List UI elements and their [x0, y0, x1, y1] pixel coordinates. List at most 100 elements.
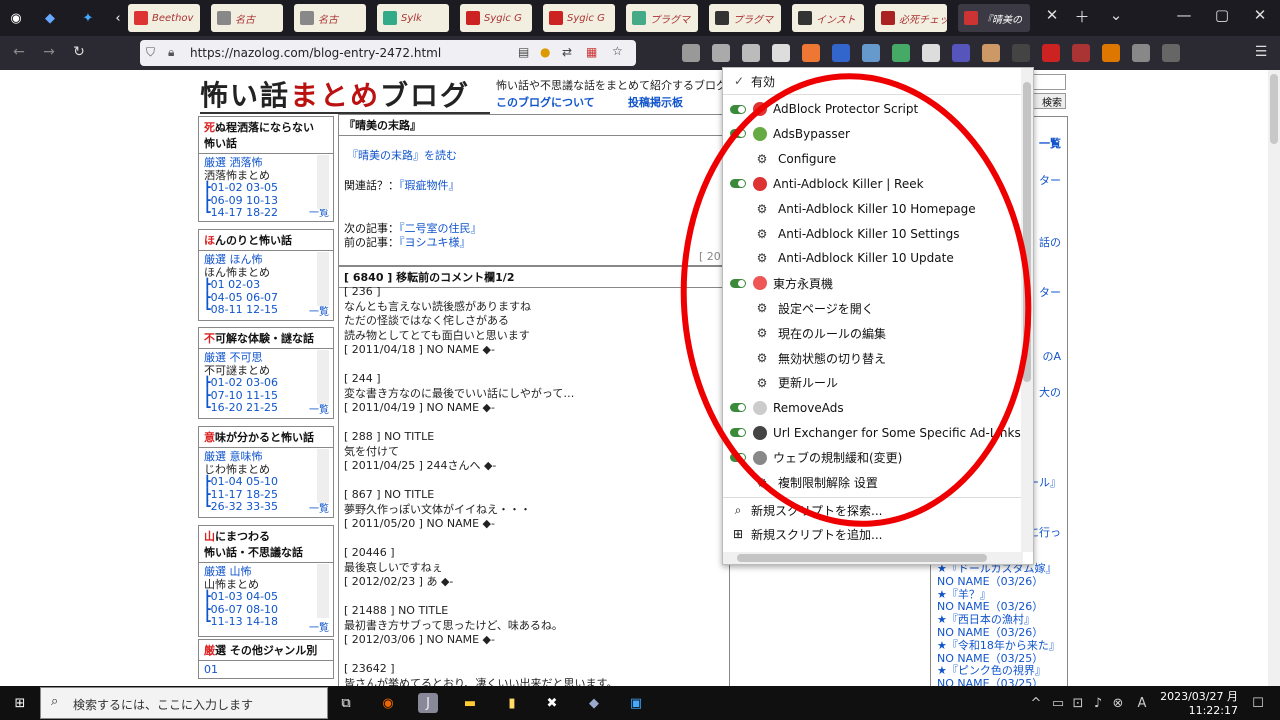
bookmark-star-icon[interactable]: ☆ [612, 44, 623, 58]
extension-icon[interactable] [712, 44, 730, 62]
blog-logo[interactable]: 怖い話まとめブログ [200, 74, 490, 114]
browser-tab[interactable]: 必死チェッカー [875, 4, 947, 32]
sidebar-scrollbar[interactable] [317, 564, 329, 618]
forward-icon[interactable]: → [38, 44, 60, 60]
recent-comment-title[interactable]: ★『令和18年から来た』 [937, 639, 1067, 653]
extension-icon[interactable] [922, 44, 940, 62]
twitter-icon[interactable]: ✦ [78, 8, 98, 28]
extension-icon[interactable] [1042, 44, 1060, 62]
menu-hscroll-thumb[interactable] [737, 554, 987, 562]
tray-mute-icon[interactable]: ⊗ [1108, 693, 1128, 713]
notes-icon[interactable]: ▮ [502, 693, 522, 713]
sidebar-featured-link[interactable]: 厳選 山怖 [204, 565, 328, 579]
translate-icon[interactable]: ⇄ [562, 45, 572, 59]
browser-tab[interactable]: Sylk [377, 4, 449, 32]
page-scrollbar[interactable] [1268, 70, 1280, 686]
browser-tab[interactable]: プラグマ [626, 4, 698, 32]
tab-list-icon[interactable]: ⌄ [1104, 6, 1128, 24]
tray-ime-icon[interactable]: A [1132, 693, 1152, 713]
sidebar-range-link[interactable]: ┣01 02-03 [204, 278, 328, 292]
sidebar-featured-link[interactable]: 厳選 不可思 [204, 351, 328, 365]
browser-tab[interactable]: プラグマ [709, 4, 781, 32]
menu-hscrollbar[interactable] [723, 552, 1023, 564]
extension-icon[interactable] [772, 44, 790, 62]
file-explorer-icon[interactable]: ▬ [460, 693, 480, 713]
related-link[interactable]: 『瑕疵物件』 [399, 179, 460, 192]
maximize-icon[interactable]: ▢ [1210, 6, 1234, 24]
tray-chevron-icon[interactable]: ^ [1026, 693, 1046, 713]
recent-comment-author[interactable]: NO NAME（03/26） [937, 575, 1067, 589]
right-header[interactable]: 一覧 [1039, 135, 1061, 151]
prev-link[interactable]: 『ヨシユキ様』 [399, 236, 471, 249]
sidebar-range-link[interactable]: 01 [199, 661, 333, 680]
sidebar-scrollbar[interactable] [317, 155, 329, 209]
menu-icon[interactable]: ☰ [1250, 44, 1272, 60]
sidebar-featured-link[interactable]: 厳選 洒落怖 [204, 156, 328, 170]
extension-icon[interactable] [682, 44, 700, 62]
sidebar-range-link[interactable]: ┣01-04 05-10 [204, 475, 328, 489]
right-sidebar-snippet[interactable]: のA [1042, 350, 1061, 364]
extension-icon[interactable] [1132, 44, 1150, 62]
back-icon[interactable]: ← [8, 44, 30, 60]
close-tab-icon[interactable]: ✕ [1040, 6, 1064, 24]
task-view-icon[interactable]: ⧉ [336, 693, 356, 713]
extension-icon[interactable] [982, 44, 1000, 62]
extension-icon[interactable] [862, 44, 880, 62]
extension-icon[interactable] [802, 44, 820, 62]
extension-icon[interactable] [1072, 44, 1090, 62]
url-text[interactable]: https://nazolog.com/blog-entry-2472.html [190, 46, 441, 60]
taskbar-search[interactable]: ⌕ 検索するには、ここに入力します [40, 687, 328, 719]
shield-icon[interactable]: ⛉ [146, 45, 155, 60]
lock-icon[interactable]: 🔒︎ [168, 45, 174, 60]
recent-comment-author[interactable]: NO NAME（03/26） [937, 626, 1067, 640]
reader-view-icon[interactable]: ▤ [518, 45, 529, 59]
pinned-tab-icon[interactable]: ◆ [40, 8, 60, 28]
browser-tab[interactable]: インスト [792, 4, 864, 32]
browser-tab[interactable]: 『晴美の [958, 4, 1030, 32]
board-link[interactable]: 投稿掲示板 [628, 94, 683, 110]
url-bar[interactable]: ⛉ 🔒︎ https://nazolog.com/blog-entry-2472… [140, 40, 636, 66]
browser-tab[interactable]: 名古 [211, 4, 283, 32]
flag-icon[interactable]: ▦ [586, 45, 597, 59]
extension-icon[interactable] [892, 44, 910, 62]
about-link[interactable]: このブログについて [496, 94, 595, 110]
browser-tab[interactable]: Sygic G [543, 4, 615, 32]
right-sidebar-snippet[interactable]: ター [1039, 174, 1061, 188]
sidebar-scrollbar[interactable] [317, 252, 329, 306]
sidebar-scrollbar[interactable] [317, 350, 329, 404]
right-sidebar-snippet[interactable]: 話の [1039, 236, 1061, 250]
reload-icon[interactable]: ↻ [68, 44, 90, 60]
right-sidebar-snippet[interactable]: 大の [1039, 386, 1061, 400]
minimize-icon[interactable]: — [1172, 6, 1196, 24]
coin-icon[interactable]: ● [540, 45, 550, 59]
clock[interactable]: 2023/03/27 月 11:22:17 [1160, 688, 1238, 717]
browser-tab[interactable]: Sygic G [460, 4, 532, 32]
sidebar-scrollbar[interactable] [317, 449, 329, 503]
tab-scroll-left-icon[interactable]: ‹ [108, 8, 128, 28]
firefox-taskbar-icon[interactable]: ◉ [378, 693, 398, 713]
sidebar-range-link[interactable]: ┣01-02 03-05 [204, 181, 328, 195]
new-tab-icon[interactable]: ＋ [1070, 6, 1094, 27]
sidebar-range-link[interactable]: ┣01-02 03-06 [204, 376, 328, 390]
sidebar-featured-link[interactable]: 厳選 ほん怖 [204, 253, 328, 267]
sidebar-more-link[interactable]: 一覧 [309, 619, 329, 634]
browser-tab[interactable]: Beethov [128, 4, 200, 32]
tray-battery-icon[interactable]: ▭ [1048, 693, 1068, 713]
app-window-icon[interactable]: ▣ [626, 693, 646, 713]
app-x-icon[interactable]: ✖ [542, 693, 562, 713]
notification-icon[interactable]: ☐ [1248, 693, 1268, 713]
app-j-icon[interactable]: J [418, 693, 438, 713]
extension-icon[interactable] [1012, 44, 1030, 62]
windows-start-icon[interactable]: ⊞ [10, 693, 30, 713]
window-close-icon[interactable]: ✕ [1248, 6, 1272, 24]
sidebar-featured-link[interactable]: 厳選 意味怖 [204, 450, 328, 464]
right-sidebar-snippet[interactable]: ター [1039, 286, 1061, 300]
extension-icon[interactable] [1162, 44, 1180, 62]
read-link[interactable]: 『晴美の末路』を読む [347, 147, 457, 163]
browser-tab[interactable]: 名古 [294, 4, 366, 32]
extension-icon[interactable] [1102, 44, 1120, 62]
extension-icon[interactable] [742, 44, 760, 62]
tray-network-icon[interactable]: ⊡ [1068, 693, 1088, 713]
extension-icon[interactable] [832, 44, 850, 62]
sidebar-range-link[interactable]: ┣01-03 04-05 [204, 590, 328, 604]
